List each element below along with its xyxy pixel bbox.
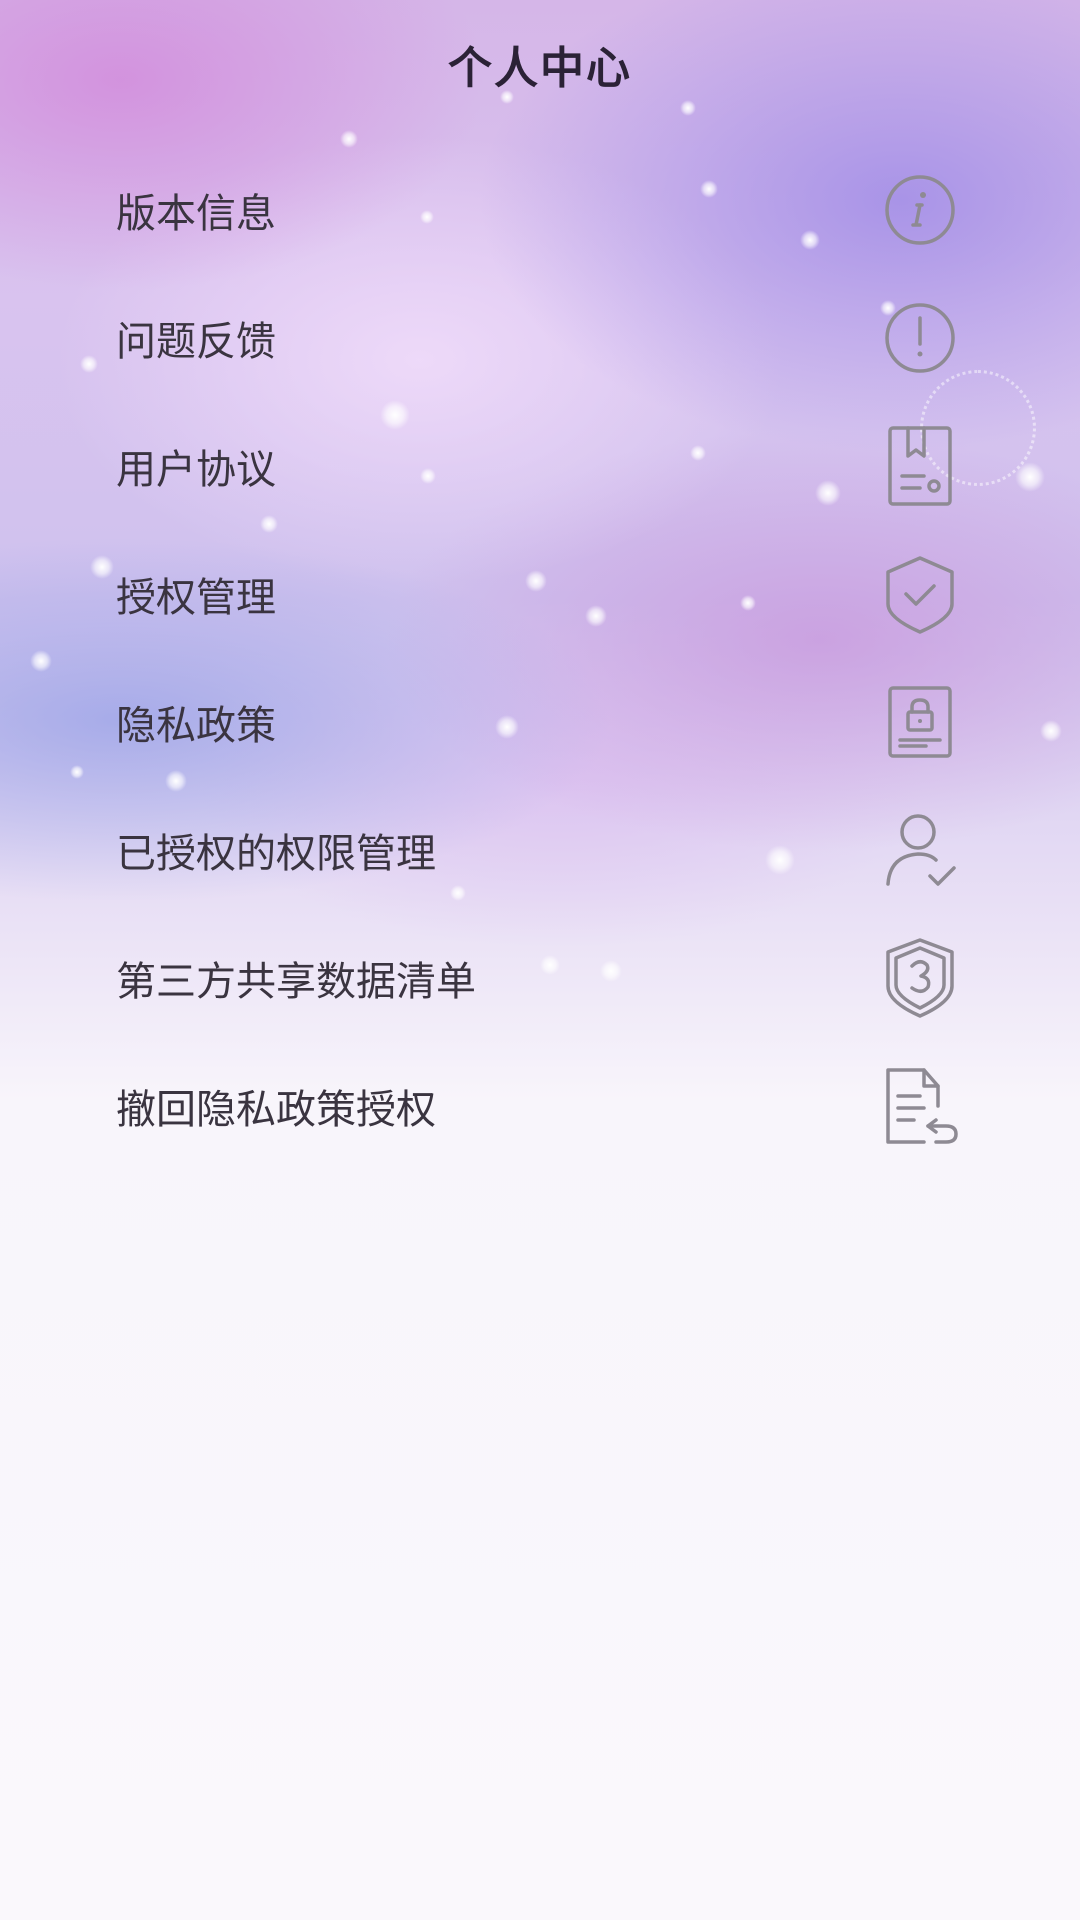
menu-list: 版本信息 问题反馈 用户协议 授权管理 隐私政策 已授权的权限管理 第三方共享数… [0, 146, 1080, 1170]
menu-item-third-party-data-list[interactable]: 第三方共享数据清单 [0, 914, 1080, 1042]
shield-three-icon [880, 938, 960, 1018]
exclamation-icon [880, 298, 960, 378]
menu-item-privacy-policy[interactable]: 隐私政策 [0, 658, 1080, 786]
info-icon [880, 170, 960, 250]
lock-document-icon [880, 682, 960, 762]
page-title: 个人中心 [448, 43, 632, 94]
menu-item-label: 版本信息 [116, 191, 276, 237]
menu-item-label: 已授权的权限管理 [116, 831, 436, 877]
menu-item-revoke-privacy-authorization[interactable]: 撤回隐私政策授权 [0, 1042, 1080, 1170]
menu-item-granted-permissions[interactable]: 已授权的权限管理 [0, 786, 1080, 914]
menu-item-label: 第三方共享数据清单 [116, 959, 476, 1005]
menu-item-label: 用户协议 [116, 447, 276, 493]
bookmark-document-icon [880, 426, 960, 506]
menu-item-user-agreement[interactable]: 用户协议 [0, 402, 1080, 530]
menu-item-feedback[interactable]: 问题反馈 [0, 274, 1080, 402]
user-check-icon [880, 810, 960, 890]
menu-item-authorization-management[interactable]: 授权管理 [0, 530, 1080, 658]
menu-item-label: 隐私政策 [116, 703, 276, 749]
shield-check-icon [880, 554, 960, 634]
menu-item-label: 撤回隐私政策授权 [116, 1087, 436, 1133]
menu-item-label: 问题反馈 [116, 319, 276, 365]
document-return-icon [880, 1066, 960, 1146]
menu-item-version-info[interactable]: 版本信息 [0, 146, 1080, 274]
menu-item-label: 授权管理 [116, 575, 276, 621]
